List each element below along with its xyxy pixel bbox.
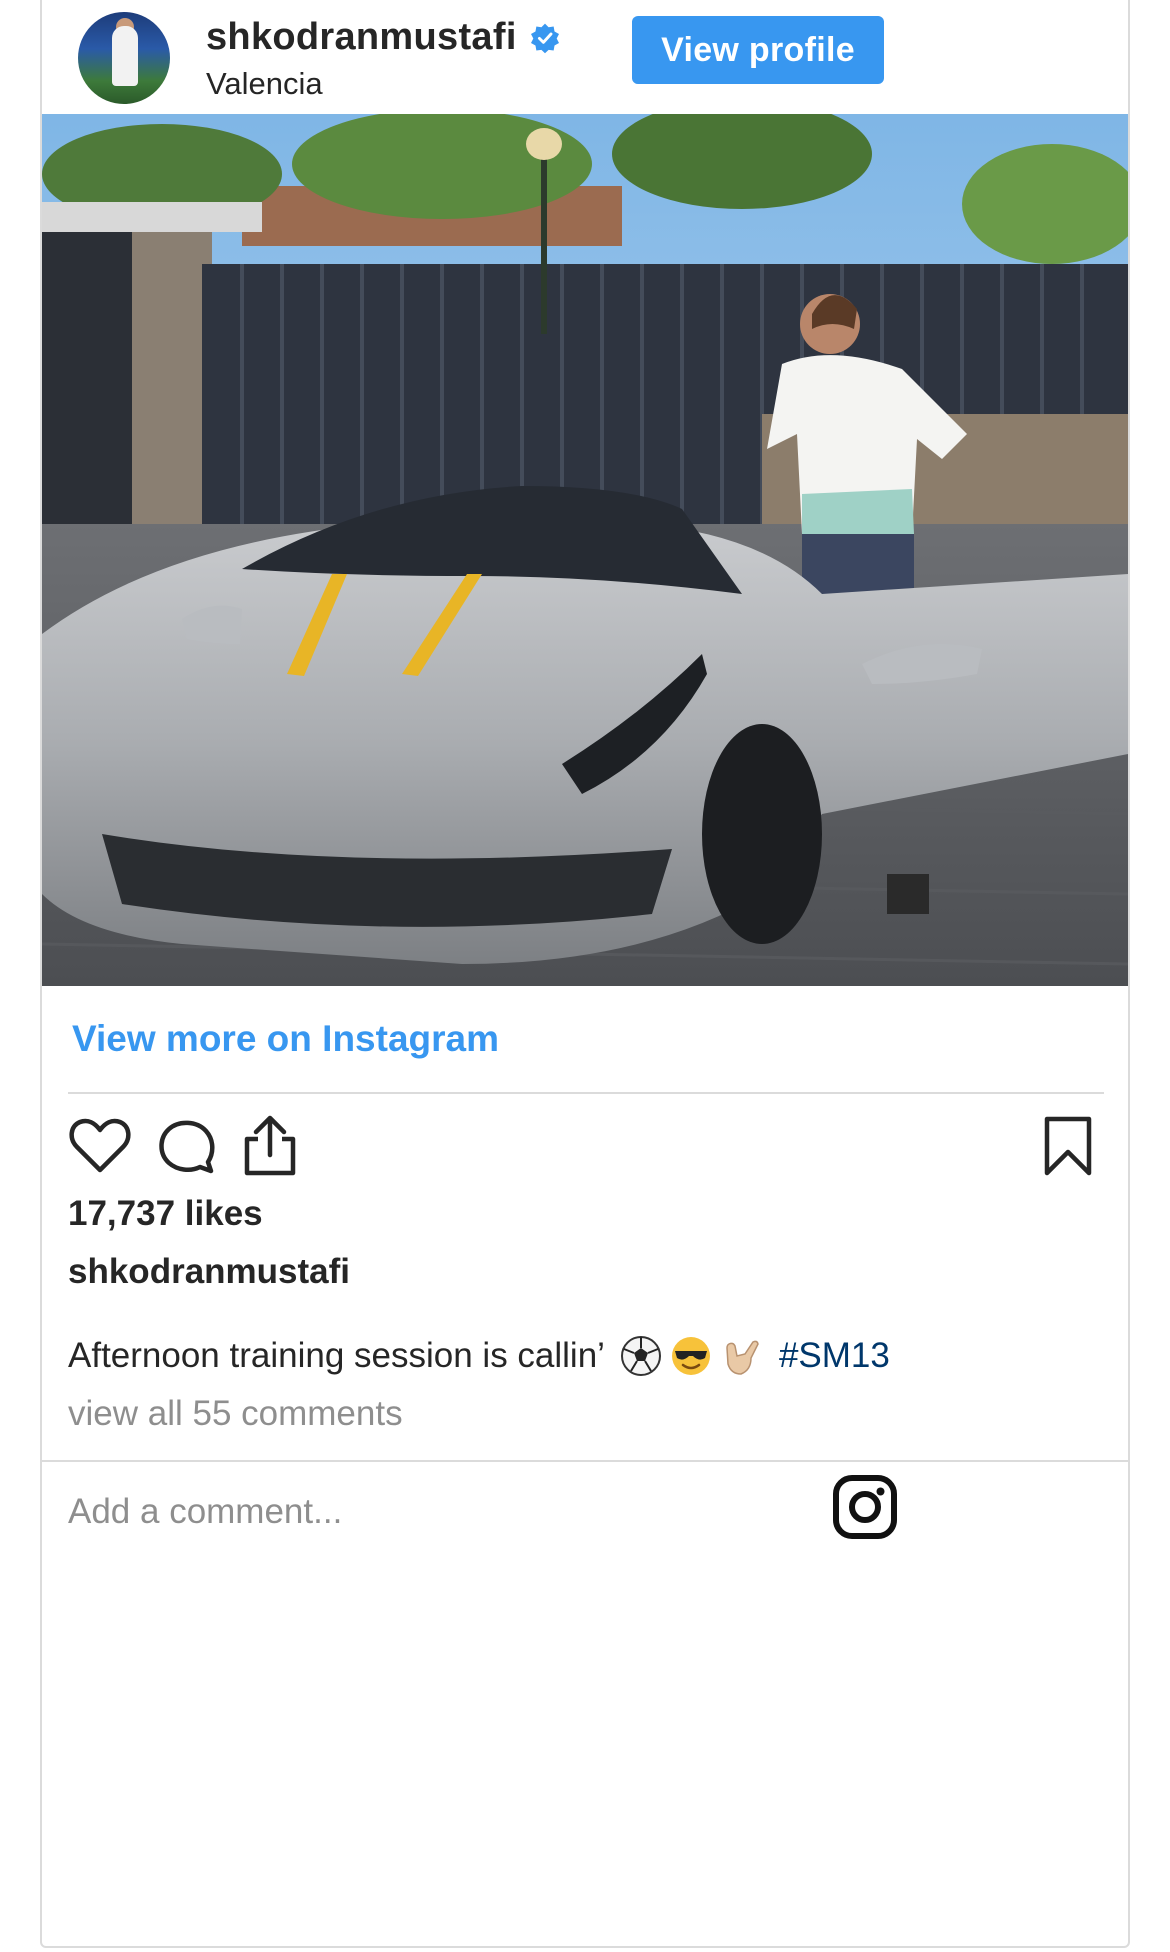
view-profile-button[interactable]: View profile <box>632 16 884 84</box>
instagram-embed-card: shkodranmustafi Valencia View profile Vi… <box>40 0 1130 1948</box>
sunglasses-face-emoji <box>671 1337 710 1375</box>
view-more-on-instagram-link[interactable]: View more on Instagram <box>72 1018 499 1060</box>
hashtag-link[interactable]: #SM13 <box>779 1336 890 1376</box>
view-all-comments-link[interactable]: view all 55 comments <box>68 1394 403 1434</box>
instagram-logo-icon[interactable] <box>832 1474 898 1540</box>
username-link[interactable]: shkodranmustafi <box>206 16 517 59</box>
verified-badge-icon <box>530 23 559 53</box>
avatar[interactable] <box>78 12 170 104</box>
divider <box>42 1460 1128 1462</box>
caption-text: Afternoon training session is callin’ <box>68 1336 605 1375</box>
add-comment-input[interactable] <box>68 1482 808 1542</box>
bookmark-icon[interactable] <box>1032 1110 1104 1182</box>
username-row: shkodranmustafi <box>206 16 561 59</box>
divider <box>68 1092 1104 1094</box>
soccer-ball-emoji <box>620 1336 661 1376</box>
post-photo[interactable] <box>42 114 1128 986</box>
post-photo-image <box>42 114 1128 986</box>
caption-username[interactable]: shkodranmustafi <box>68 1252 350 1292</box>
caption: Afternoon training session is callin’ #S… <box>68 1334 890 1378</box>
location-label[interactable]: Valencia <box>206 66 323 102</box>
heart-icon[interactable] <box>64 1110 136 1182</box>
call-me-hand-emoji <box>726 1340 759 1375</box>
speech-bubble-icon[interactable] <box>150 1110 222 1182</box>
share-icon[interactable] <box>234 1110 306 1182</box>
likes-count[interactable]: 17,737 likes <box>68 1194 263 1234</box>
post-header: shkodranmustafi Valencia View profile <box>42 2 1128 120</box>
action-bar <box>68 1110 1104 1190</box>
